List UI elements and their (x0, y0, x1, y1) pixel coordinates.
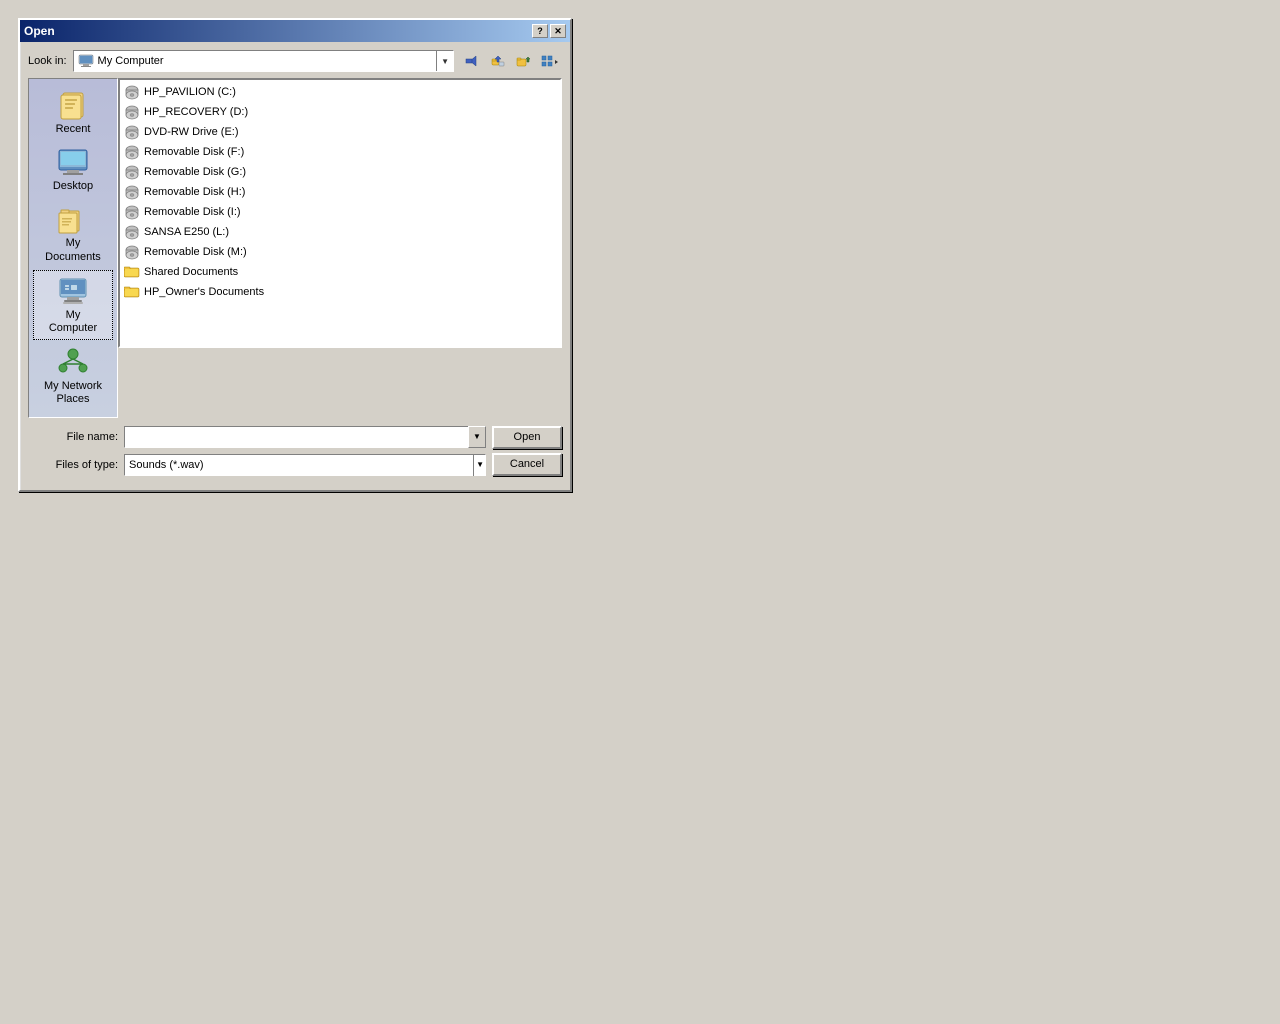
list-item-name: HP_PAVILION (C:) (144, 86, 236, 98)
drive-icon (124, 124, 140, 140)
list-item[interactable]: HP_PAVILION (C:) (120, 82, 560, 102)
toolbar-buttons (460, 50, 562, 72)
list-item-name: DVD-RW Drive (E:) (144, 126, 239, 138)
file-list: HP_PAVILION (C:) HP_RECOVERY (D:) DVD-RW… (120, 80, 560, 304)
drive-icon (124, 164, 140, 180)
list-item[interactable]: SANSA E250 (L:) (120, 222, 560, 242)
sidebar-item-desktop[interactable]: Desktop (33, 142, 113, 197)
dialog-title: Open (24, 24, 55, 38)
help-button[interactable]: ? (532, 24, 548, 38)
bottom-rows-area: File name: ▼ Files of type: Sounds ( (28, 426, 562, 482)
sidebar-item-recent-label: Recent (56, 123, 91, 136)
sidebar-item-my-computer-label: My Computer (40, 309, 106, 335)
file-type-dropdown-wrapper: Sounds (*.wav)All Files (*.*) ▼ (124, 454, 486, 476)
list-item-name: Removable Disk (G:) (144, 166, 246, 178)
list-item[interactable]: HP_Owner's Documents (120, 282, 560, 302)
drive-icon (124, 244, 140, 260)
list-item[interactable]: Removable Disk (G:) (120, 162, 560, 182)
cancel-button[interactable]: Cancel (492, 453, 562, 476)
drive-icon (124, 84, 140, 100)
title-bar: Open ? ✕ (20, 20, 570, 42)
action-buttons: Open Cancel (492, 426, 562, 476)
list-item-name: HP_RECOVERY (D:) (144, 106, 248, 118)
close-button[interactable]: ✕ (550, 24, 566, 38)
left-panel: Recent Desktop (28, 78, 118, 418)
look-in-value: My Computer (98, 55, 437, 67)
drive-icon (124, 184, 140, 200)
list-item[interactable]: DVD-RW Drive (E:) (120, 122, 560, 142)
file-type-label: Files of type: (28, 459, 118, 471)
dialog-content: Look in: My Computer ▼ (20, 42, 570, 490)
list-item[interactable]: Removable Disk (M:) (120, 242, 560, 262)
file-name-input-wrapper: ▼ (124, 426, 486, 448)
sidebar-item-recent[interactable]: Recent (33, 85, 113, 140)
open-dialog: Open ? ✕ Look in: My (18, 18, 572, 492)
my-documents-icon (57, 203, 89, 235)
list-item-name: SANSA E250 (L:) (144, 226, 229, 238)
sidebar-item-my-computer[interactable]: My Computer (33, 270, 113, 340)
my-network-icon (57, 346, 89, 378)
my-computer-sidebar-icon (57, 275, 89, 307)
desktop-icon (57, 146, 89, 178)
sidebar-item-my-documents-label: My Documents (39, 237, 107, 263)
title-bar-controls: ? ✕ (532, 24, 566, 38)
look-in-row: Look in: My Computer ▼ (28, 50, 562, 72)
file-name-label: File name: (28, 431, 118, 443)
file-name-input[interactable] (124, 426, 486, 448)
drive-icon (124, 104, 140, 120)
views-button[interactable] (538, 50, 562, 72)
list-item-name: Removable Disk (F:) (144, 146, 244, 158)
list-item-name: Removable Disk (H:) (144, 186, 245, 198)
list-item[interactable]: Removable Disk (F:) (120, 142, 560, 162)
look-in-dropdown[interactable]: My Computer ▼ (73, 50, 454, 72)
main-area: Recent Desktop (28, 78, 562, 418)
back-button[interactable] (460, 50, 484, 72)
list-item-name: Removable Disk (M:) (144, 246, 247, 258)
file-name-row: File name: ▼ (28, 426, 486, 448)
sidebar-item-my-network[interactable]: My Network Places (33, 342, 113, 410)
file-type-dropdown[interactable]: Sounds (*.wav)All Files (*.*) (124, 454, 486, 476)
open-button[interactable]: Open (492, 426, 562, 449)
sidebar-item-my-documents[interactable]: My Documents (33, 199, 113, 267)
my-computer-icon (78, 53, 94, 69)
bottom-form-rows: File name: ▼ Files of type: Sounds ( (28, 426, 486, 482)
file-list-panel: HP_PAVILION (C:) HP_RECOVERY (D:) DVD-RW… (118, 78, 562, 348)
folder-icon (124, 284, 140, 300)
look-in-arrow: ▼ (436, 51, 449, 71)
list-item[interactable]: Removable Disk (H:) (120, 182, 560, 202)
sidebar-item-desktop-label: Desktop (53, 180, 93, 193)
up-one-level-button[interactable] (486, 50, 510, 72)
recent-icon (57, 89, 89, 121)
create-new-folder-button[interactable] (512, 50, 536, 72)
drive-icon (124, 144, 140, 160)
list-item-name: Removable Disk (I:) (144, 206, 241, 218)
drive-icon (124, 204, 140, 220)
list-item[interactable]: HP_RECOVERY (D:) (120, 102, 560, 122)
list-item-name: Shared Documents (144, 266, 238, 278)
bottom-area: File name: ▼ Files of type: Sounds ( (28, 426, 562, 482)
list-item[interactable]: Removable Disk (I:) (120, 202, 560, 222)
drive-icon (124, 224, 140, 240)
list-item[interactable]: Shared Documents (120, 262, 560, 282)
folder-icon (124, 264, 140, 280)
file-type-row: Files of type: Sounds (*.wav)All Files (… (28, 454, 486, 476)
sidebar-item-my-network-label: My Network Places (39, 380, 107, 406)
look-in-label: Look in: (28, 55, 67, 67)
list-item-name: HP_Owner's Documents (144, 286, 264, 298)
file-name-dropdown-button[interactable]: ▼ (468, 426, 486, 448)
